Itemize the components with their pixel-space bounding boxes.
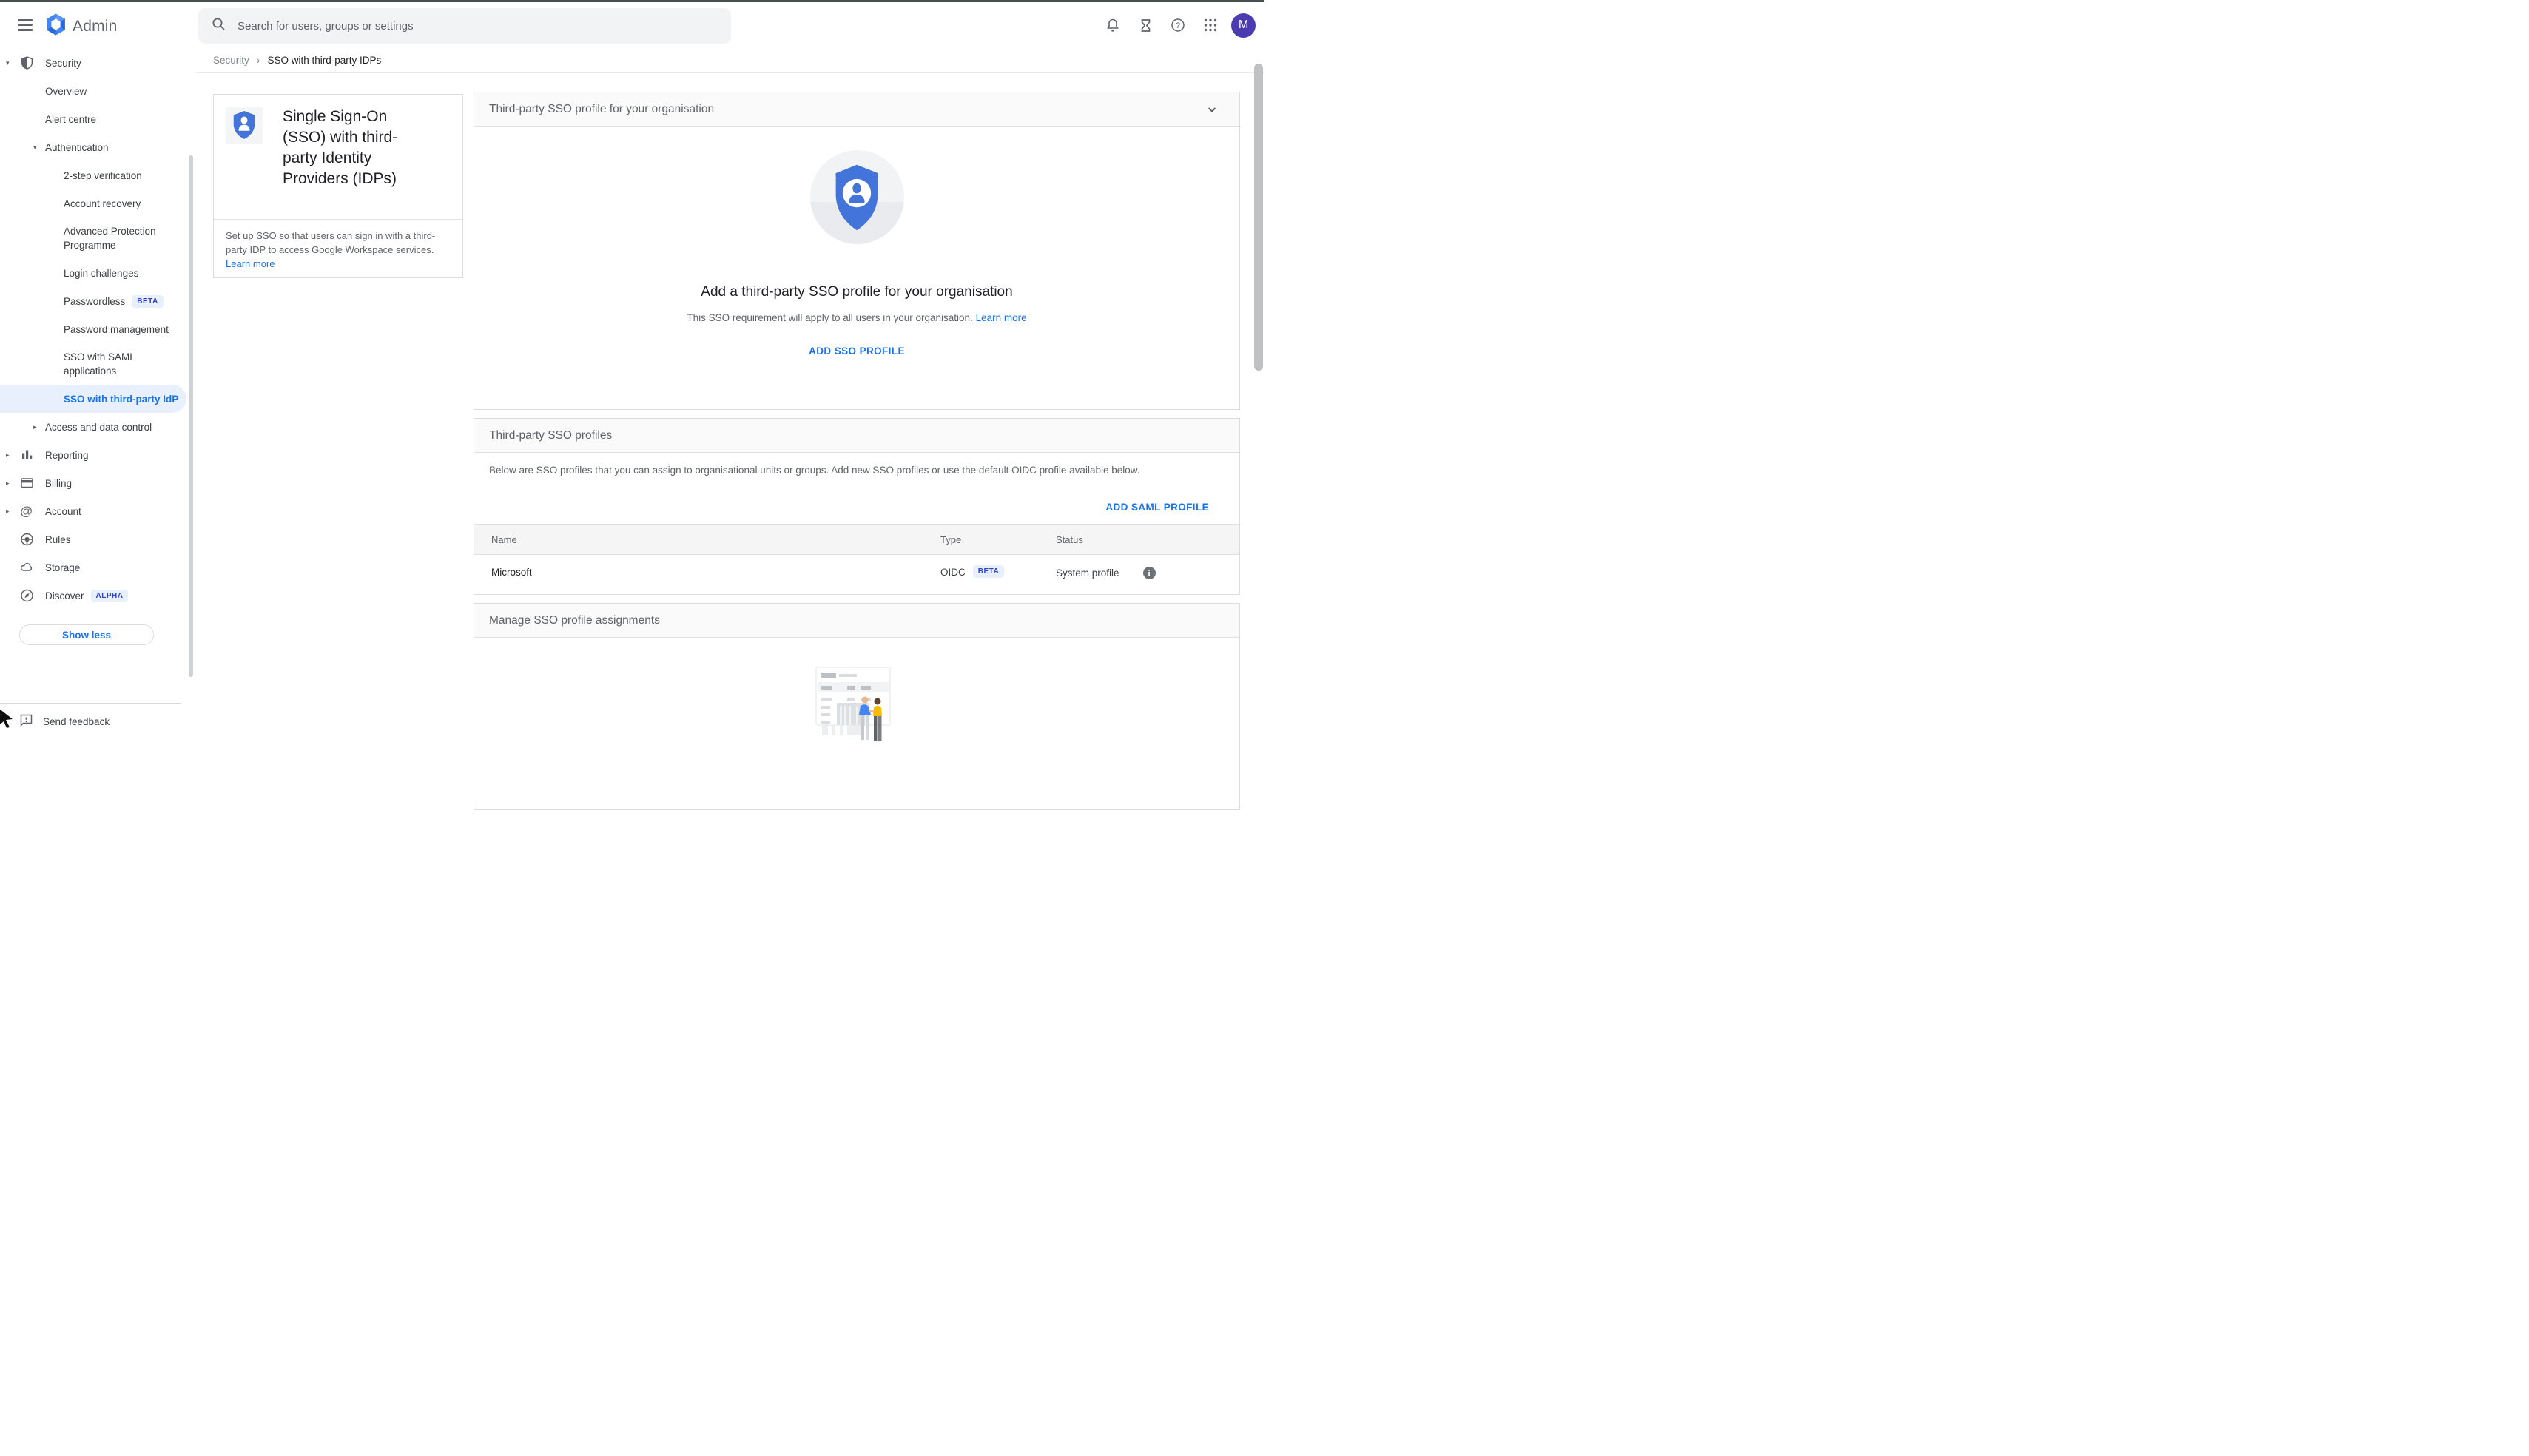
sso-info-card: Single Sign-On (SSO) with third-party Id…	[213, 94, 463, 278]
learn-more-link[interactable]: Learn more	[226, 258, 275, 269]
page-scrollbar[interactable]	[1254, 64, 1263, 371]
admin-logo[interactable]: Admin	[46, 13, 118, 39]
table-header: Name Type Status	[474, 524, 1239, 555]
menu-icon[interactable]	[18, 17, 34, 33]
chevron-expanded-icon[interactable]: ▾	[6, 59, 10, 67]
add-sso-subtext: This SSO requirement will apply to all u…	[687, 312, 1027, 323]
sidebar-nav: ▾ Security Overview Alert centre ▾ Authe…	[0, 48, 196, 728]
sidebar-item-access-data-control[interactable]: ▸ Access and data control	[0, 413, 196, 441]
sidebar-item-discover[interactable]: Discover ALPHA	[0, 582, 196, 610]
main-content: Security › SSO with third-party IDPs Sin…	[196, 48, 1264, 810]
feedback-icon	[19, 713, 33, 729]
security-shield-icon	[20, 56, 34, 70]
cloud-icon	[20, 561, 34, 575]
info-card-title: Single Sign-On (SSO) with third-party Id…	[283, 108, 398, 187]
svg-text:?: ?	[1176, 21, 1180, 30]
sidebar-item-2-step-verification[interactable]: 2-step verification	[0, 161, 196, 189]
credit-card-icon	[20, 476, 34, 491]
chevron-expanded-icon[interactable]: ▾	[33, 144, 37, 152]
app-header: Admin ?	[0, 2, 1264, 48]
tasks-hourglass-icon[interactable]	[1129, 9, 1162, 41]
window-chrome-strip	[0, 0, 1264, 2]
send-feedback-button[interactable]: Send feedback	[19, 713, 110, 729]
sidebar-item-security[interactable]: ▾ Security	[0, 49, 196, 77]
help-icon[interactable]: ?	[1162, 9, 1194, 41]
steering-wheel-icon	[20, 533, 34, 547]
sidebar-item-password-management[interactable]: Password management	[0, 315, 196, 343]
sidebar-item-alert-centre[interactable]: Alert centre	[0, 105, 196, 133]
column-header-type: Type	[940, 534, 962, 545]
mouse-cursor	[0, 709, 14, 732]
column-header-status: Status	[1056, 534, 1083, 545]
beta-badge: BETA	[972, 565, 1005, 578]
breadcrumb-current-page: SSO with third-party IDPs	[267, 54, 382, 66]
panel-sso-org: Third-party SSO profile for your organis…	[474, 92, 1240, 410]
chevron-collapsed-icon[interactable]: ▸	[6, 479, 10, 488]
shield-illustration	[809, 150, 904, 244]
sidebar-item-login-challenges[interactable]: Login challenges	[0, 259, 196, 287]
sso-shield-icon	[226, 107, 263, 144]
search-input[interactable]	[238, 19, 681, 33]
breadcrumb: Security › SSO with third-party IDPs	[196, 48, 1264, 73]
info-card-description: Set up SSO so that users can sign in wit…	[226, 230, 436, 269]
chevron-down-icon[interactable]	[1207, 104, 1217, 118]
beta-badge: BETA	[132, 294, 164, 308]
bar-chart-icon	[20, 448, 34, 462]
sidebar-item-passwordless[interactable]: Passwordless BETA	[0, 287, 196, 315]
sidebar-item-overview[interactable]: Overview	[0, 77, 196, 105]
panel-assignments-header: Manage SSO profile assignments	[474, 604, 1239, 638]
panel-sso-org-header[interactable]: Third-party SSO profile for your organis…	[474, 92, 1239, 127]
alpha-badge: ALPHA	[90, 589, 129, 602]
sidebar-item-sso-saml[interactable]: SSO with SAML applications	[0, 343, 196, 385]
info-icon[interactable]: i	[1142, 567, 1156, 579]
add-saml-profile-button[interactable]: ADD SAML PROFILE	[1105, 502, 1209, 513]
compass-icon	[20, 589, 34, 603]
table-row[interactable]: Microsoft OIDC BETA System profile i	[474, 555, 1239, 590]
add-sso-profile-button[interactable]: ADD SSO PROFILE	[809, 346, 905, 357]
apps-grid-icon[interactable]	[1194, 9, 1227, 41]
show-less-button[interactable]: Show less	[19, 624, 154, 645]
panel-assignments: Manage SSO profile assignments	[474, 603, 1240, 810]
sidebar-item-advanced-protection[interactable]: Advanced Protection Programme	[0, 218, 196, 259]
sidebar-item-sso-third-party-idp[interactable]: SSO with third-party IdP	[0, 385, 186, 413]
panel-sso-profiles-header: Third-party SSO profiles	[474, 419, 1239, 453]
panel-sso-profiles: Third-party SSO profiles Below are SSO p…	[474, 418, 1240, 595]
notifications-bell-icon[interactable]	[1097, 9, 1129, 41]
column-header-name: Name	[491, 534, 517, 545]
profile-status: System profile i	[1056, 567, 1156, 579]
sidebar-item-rules[interactable]: Rules	[0, 525, 196, 553]
sidebar-item-account-recovery[interactable]: Account recovery	[0, 189, 196, 218]
account-avatar[interactable]: M	[1231, 13, 1256, 38]
product-name: Admin	[73, 17, 118, 35]
sidebar-item-storage[interactable]: Storage	[0, 553, 196, 582]
profiles-description: Below are SSO profiles that you can assi…	[489, 465, 1140, 476]
sidebar-item-authentication[interactable]: ▾ Authentication	[0, 133, 196, 161]
sidebar-item-account[interactable]: ▸ @ Account	[0, 497, 196, 525]
search-bar[interactable]	[198, 8, 731, 44]
add-sso-heading: Add a third-party SSO profile for your o…	[701, 284, 1013, 300]
sidebar-item-billing[interactable]: ▸ Billing	[0, 469, 196, 497]
assignments-illustration	[809, 664, 905, 810]
send-feedback-section: Send feedback	[0, 703, 196, 728]
sidebar-scrollbar[interactable]	[189, 155, 193, 677]
chevron-collapsed-icon[interactable]: ▸	[33, 423, 37, 431]
admin-hexagon-icon	[46, 13, 66, 39]
profile-type: OIDC BETA	[940, 565, 1005, 578]
at-sign-icon: @	[20, 504, 33, 519]
breadcrumb-separator: ›	[256, 54, 260, 66]
chevron-collapsed-icon[interactable]: ▸	[6, 508, 10, 516]
search-icon	[212, 17, 226, 35]
learn-more-link[interactable]: Learn more	[976, 312, 1027, 323]
breadcrumb-security-link[interactable]: Security	[213, 55, 249, 66]
sidebar-item-reporting[interactable]: ▸ Reporting	[0, 441, 196, 469]
profile-name: Microsoft	[491, 567, 532, 578]
chevron-collapsed-icon[interactable]: ▸	[6, 451, 10, 459]
divider	[214, 219, 462, 220]
